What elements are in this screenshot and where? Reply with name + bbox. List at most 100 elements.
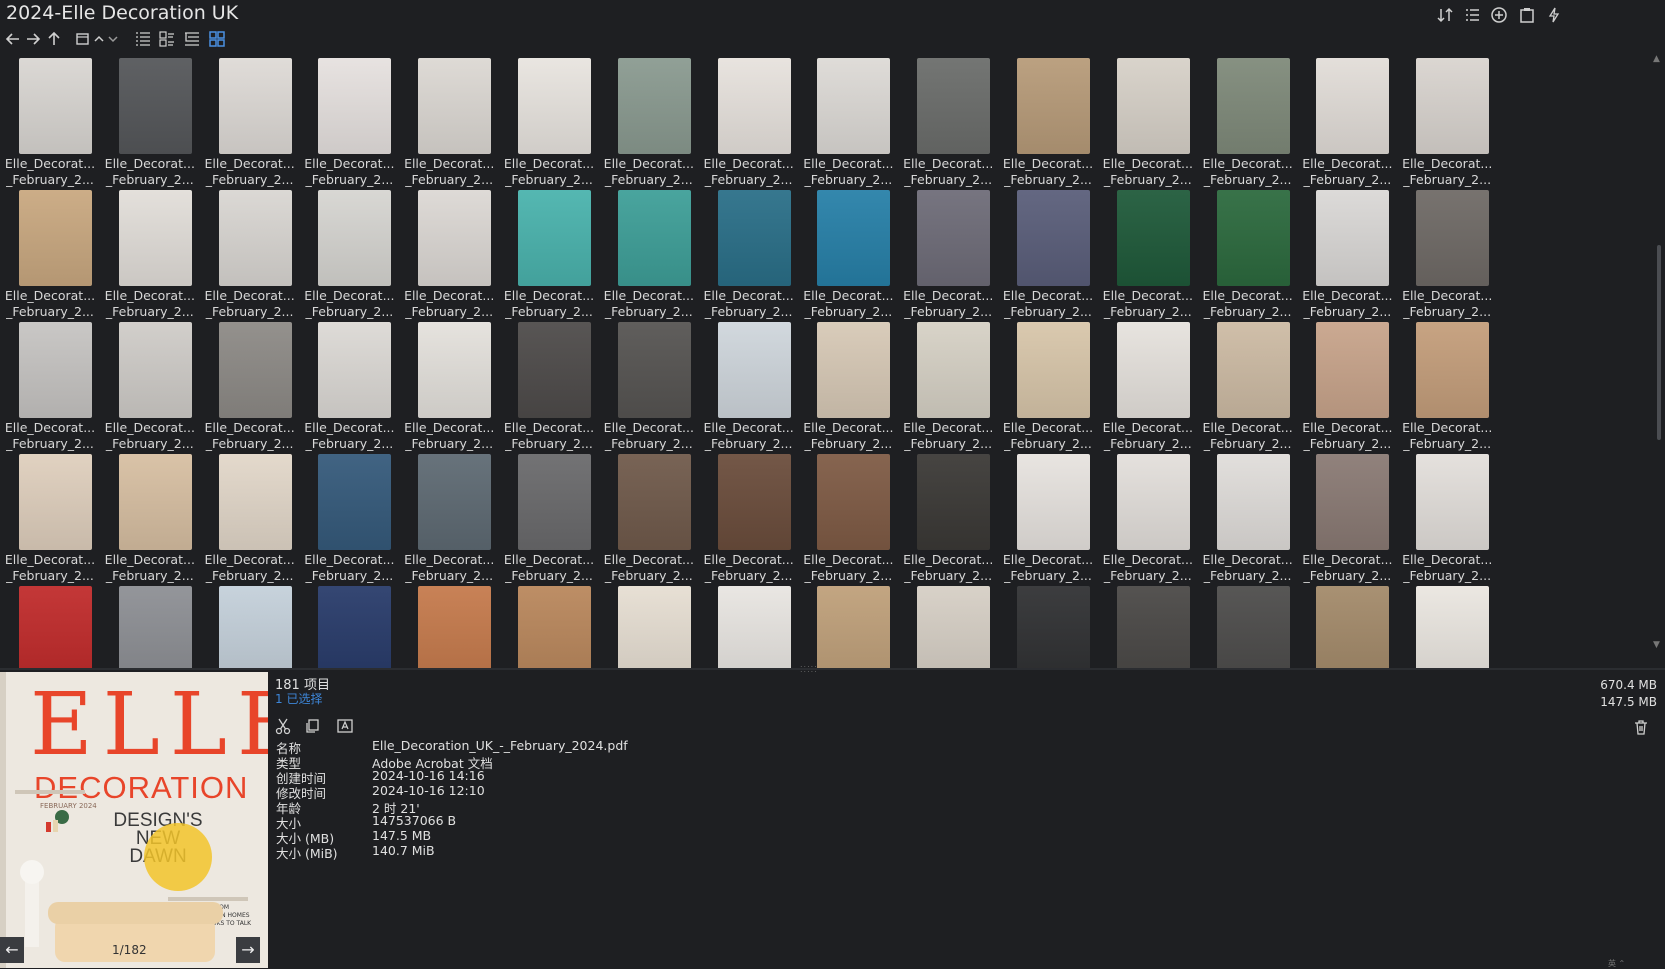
thumbnail-tile[interactable] xyxy=(1098,580,1194,668)
thumbnail-tile[interactable]: Elle_Decorat... _February_2... xyxy=(499,448,595,583)
thumbnail-tile[interactable]: Elle_Decorat... _February_2... xyxy=(1397,184,1493,319)
add-circle-icon[interactable] xyxy=(1490,6,1508,24)
thumbnail-tile[interactable]: Elle_Decorat... _February_2... xyxy=(599,184,695,319)
thumbnail-tile[interactable] xyxy=(200,580,296,668)
back-arrow-icon[interactable] xyxy=(4,30,22,48)
thumbnail-tile[interactable]: Elle_Decorat... _February_2... xyxy=(1198,316,1294,451)
trash-icon[interactable] xyxy=(1632,718,1650,736)
thumbnail-tile[interactable]: Elle_Decorat... _February_2... xyxy=(699,316,795,451)
thumbnail-tile[interactable] xyxy=(699,580,795,668)
up-arrow-icon[interactable] xyxy=(45,30,63,48)
tiles-view-icon[interactable] xyxy=(158,30,176,48)
thumbnail-tile[interactable] xyxy=(998,580,1094,668)
clipboard-icon[interactable] xyxy=(1518,6,1536,24)
thumbnail-tile[interactable]: Elle_Decorat... _February_2... xyxy=(1198,448,1294,583)
thumbnail-tile[interactable] xyxy=(499,580,595,668)
thumbnail-tile[interactable]: Elle_Decorat... _February_2... xyxy=(898,184,994,319)
thumbnail-tile[interactable] xyxy=(1397,580,1493,668)
thumbnail-tile[interactable]: Elle_Decorat... _February_2... xyxy=(798,316,894,451)
thumbnail-tile[interactable]: Elle_Decorat... _February_2... xyxy=(499,52,595,187)
scroll-down-icon[interactable]: ▼ xyxy=(1653,640,1660,650)
chevron-down-icon[interactable] xyxy=(107,30,119,48)
thumbnail-tile[interactable]: Elle_Decorat... _February_2... xyxy=(699,184,795,319)
thumbnail-tile[interactable]: Elle_Decorat... _February_2... xyxy=(1297,52,1393,187)
next-arrow-icon[interactable]: → xyxy=(236,937,260,963)
scrollbar-thumb[interactable] xyxy=(1657,245,1661,440)
thumbnail-tile[interactable]: Elle_Decorat... _February_2... xyxy=(200,316,296,451)
thumbnail-tile[interactable]: Elle_Decorat... _February_2... xyxy=(499,316,595,451)
thumbnail-tile[interactable]: Elle_Decorat... _February_2... xyxy=(1397,52,1493,187)
thumbnail-tile[interactable]: Elle_Decorat... _February_2... xyxy=(200,448,296,583)
thumbnail-view-icon[interactable] xyxy=(208,30,226,48)
thumbnail-tile[interactable]: Elle_Decorat... _February_2... xyxy=(1397,448,1493,583)
thumbnail-tile[interactable]: Elle_Decorat... _February_2... xyxy=(100,316,196,451)
thumbnail-tile[interactable]: Elle_Decorat... _February_2... xyxy=(898,316,994,451)
thumbnail-tile[interactable]: Elle_Decorat... _February_2... xyxy=(0,316,96,451)
thumbnail-tile[interactable]: Elle_Decorat... _February_2... xyxy=(1198,184,1294,319)
thumbnail-tile[interactable]: Elle_Decorat... _February_2... xyxy=(100,184,196,319)
thumbnail-tile[interactable]: Elle_Decorat... _February_2... xyxy=(1297,184,1393,319)
rename-icon[interactable] xyxy=(336,717,354,735)
thumbnail-tile[interactable]: Elle_Decorat... _February_2... xyxy=(1297,316,1393,451)
thumbnail-tile[interactable] xyxy=(100,580,196,668)
thumbnail-tile[interactable]: Elle_Decorat... _February_2... xyxy=(798,52,894,187)
thumbnail-tile[interactable]: Elle_Decorat... _February_2... xyxy=(1098,184,1194,319)
details-view-icon[interactable] xyxy=(134,30,152,48)
thumbnail-tile[interactable]: Elle_Decorat... _February_2... xyxy=(599,448,695,583)
scroll-up-icon[interactable]: ▲ xyxy=(1653,54,1660,64)
thumbnail-tile[interactable]: Elle_Decorat... _February_2... xyxy=(399,316,495,451)
thumbnail-tile[interactable]: Elle_Decorat... _February_2... xyxy=(0,52,96,187)
thumbnail-tile[interactable] xyxy=(0,580,96,668)
thumbnail-tile[interactable] xyxy=(1297,580,1393,668)
thumbnail-tile[interactable]: Elle_Decorat... _February_2... xyxy=(399,52,495,187)
thumbnail-tile[interactable]: Elle_Decorat... _February_2... xyxy=(699,52,795,187)
thumbnail-tile[interactable]: Elle_Decorat... _February_2... xyxy=(998,52,1094,187)
thumbnail-tile[interactable]: Elle_Decorat... _February_2... xyxy=(898,52,994,187)
thumbnail-tile[interactable]: Elle_Decorat... _February_2... xyxy=(1098,448,1194,583)
thumbnail-tile[interactable]: Elle_Decorat... _February_2... xyxy=(898,448,994,583)
thumbnail-tile[interactable]: Elle_Decorat... _February_2... xyxy=(1198,52,1294,187)
thumbnail-tile[interactable]: Elle_Decorat... _February_2... xyxy=(599,316,695,451)
thumbnail-tile[interactable]: Elle_Decorat... _February_2... xyxy=(1297,448,1393,583)
sort-icon[interactable] xyxy=(1436,6,1454,24)
thumbnail-tile[interactable]: Elle_Decorat... _February_2... xyxy=(599,52,695,187)
thumbnail-tile[interactable]: Elle_Decorat... _February_2... xyxy=(299,184,395,319)
thumbnail-tile[interactable]: Elle_Decorat... _February_2... xyxy=(0,448,96,583)
thumbnail-tile[interactable]: Elle_Decorat... _February_2... xyxy=(299,52,395,187)
thumbnail-tile[interactable]: Elle_Decorat... _February_2... xyxy=(299,316,395,451)
tree-view-icon[interactable] xyxy=(183,30,201,48)
cut-icon[interactable] xyxy=(274,717,292,735)
thumbnail-tile[interactable]: Elle_Decorat... _February_2... xyxy=(1397,316,1493,451)
thumbnail-tile[interactable]: Elle_Decorat... _February_2... xyxy=(1098,52,1194,187)
thumbnail-tile[interactable]: Elle_Decorat... _February_2... xyxy=(798,448,894,583)
splitter-grip-icon[interactable]: ⁚⁚⁚⁚⁚ xyxy=(800,665,850,674)
selected-count[interactable]: 1 已选择 xyxy=(275,690,322,707)
thumbnail-tile[interactable]: Elle_Decorat... _February_2... xyxy=(1098,316,1194,451)
lightning-icon[interactable] xyxy=(1545,6,1563,24)
thumbnail-tile[interactable] xyxy=(399,580,495,668)
thumbnail-tile[interactable]: Elle_Decorat... _February_2... xyxy=(399,448,495,583)
list-view-icon[interactable] xyxy=(1463,6,1481,24)
thumbnail-tile[interactable] xyxy=(898,580,994,668)
thumbnail-tile[interactable] xyxy=(1198,580,1294,668)
thumbnail-tile[interactable]: Elle_Decorat... _February_2... xyxy=(399,184,495,319)
thumbnail-tile[interactable]: Elle_Decorat... _February_2... xyxy=(200,52,296,187)
thumbnail-tile[interactable]: Elle_Decorat... _February_2... xyxy=(798,184,894,319)
thumbnail-tile[interactable] xyxy=(599,580,695,668)
copy-icon[interactable] xyxy=(303,717,321,735)
folder-icon[interactable] xyxy=(74,30,92,48)
chevron-up-icon[interactable] xyxy=(93,30,105,48)
thumbnail-tile[interactable]: Elle_Decorat... _February_2... xyxy=(998,184,1094,319)
forward-arrow-icon[interactable] xyxy=(24,30,42,48)
prev-arrow-icon[interactable]: ← xyxy=(0,937,24,963)
thumbnail-tile[interactable]: Elle_Decorat... _February_2... xyxy=(200,184,296,319)
thumbnail-tile[interactable]: Elle_Decorat... _February_2... xyxy=(699,448,795,583)
thumbnail-tile[interactable]: Elle_Decorat... _February_2... xyxy=(299,448,395,583)
thumbnail-tile[interactable]: Elle_Decorat... _February_2... xyxy=(998,448,1094,583)
thumbnail-tile[interactable] xyxy=(798,580,894,668)
thumbnail-tile[interactable]: Elle_Decorat... _February_2... xyxy=(998,316,1094,451)
thumbnail-tile[interactable] xyxy=(299,580,395,668)
thumbnail-tile[interactable]: Elle_Decorat... _February_2... xyxy=(0,184,96,319)
thumbnail-tile[interactable]: Elle_Decorat... _February_2... xyxy=(100,52,196,187)
thumbnail-tile[interactable]: Elle_Decorat... _February_2... xyxy=(499,184,595,319)
